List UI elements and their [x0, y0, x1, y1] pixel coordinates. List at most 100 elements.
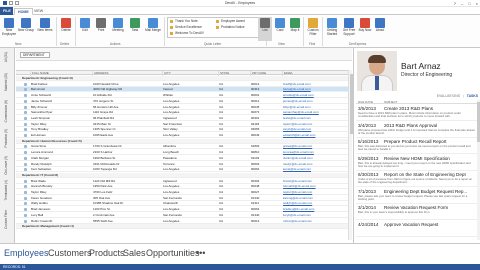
tab-home[interactable]: HOME [14, 8, 33, 15]
tab-file[interactable]: FILE [0, 7, 13, 15]
delete-button[interactable]: Delete [59, 17, 73, 41]
tab-tasks[interactable]: TASKS [467, 94, 478, 98]
help-icon[interactable]: ? [454, 1, 456, 6]
table-row[interactable]: Brad Farkus 1020 Newark Drive Los Angeles C… [16, 82, 352, 87]
group-row[interactable]: Department: IT (Count=8) [16, 172, 352, 178]
table-row[interactable]: Greta Sims 1700 S Grandview Dr. Alhambra CA… [16, 144, 352, 150]
subject-header[interactable]: SUBJECT [384, 100, 398, 104]
filter-custom[interactable]: Custom Filter [4, 210, 8, 229]
new-items-button[interactable]: New Items [36, 17, 54, 41]
gallery-item[interactable]: Thank You Note [169, 19, 215, 24]
filter-salaried[interactable]: Salaried (20) [4, 73, 8, 91]
tab-view[interactable]: VIEW [31, 8, 46, 15]
task-button[interactable]: Task [128, 17, 142, 41]
cell-email[interactable]: randyr@dx-email.com [283, 162, 349, 167]
group-row[interactable]: Department: Human Resources (Count=5) [16, 138, 352, 144]
filter-commission[interactable]: Commission (6) [4, 100, 8, 122]
mail-merge-button[interactable]: Mail Merge [144, 17, 162, 41]
nav-customers[interactable]: Customers [48, 248, 92, 258]
cell-email[interactable]: kareng@dx-email.com [283, 196, 349, 201]
cell-email[interactable]: brettw@dx-email.com [283, 179, 349, 184]
nav-sales[interactable]: Sales [123, 248, 146, 258]
task-item[interactable]: 6/30/2013 Report on the State of Engineer… [356, 171, 477, 187]
new-group-button[interactable]: New Group [17, 17, 35, 41]
filter-all[interactable]: All (51) [4, 52, 8, 62]
task-item[interactable]: 3/4/2013 2013 R&D Plans Approval Will plan… [356, 122, 477, 138]
gallery-item[interactable]: Probation Notice [215, 25, 261, 30]
table-row[interactable]: Wally Hobbs 10385 Shadow Oak Dr Chatsworth… [16, 201, 352, 207]
task-item[interactable]: 3/1/2014 Review Vacation Request Form Bart… [356, 204, 477, 220]
table-row[interactable]: Taylor Riley 3215 Main St San Francisco CA 9… [16, 122, 352, 127]
new-employee-button[interactable]: New Employee [2, 17, 16, 41]
cell-email[interactable]: billyz@dx-email.com [283, 105, 349, 110]
card-view-button[interactable]: Card [273, 17, 287, 41]
cell-email[interactable]: hannahb@dx-email.com [283, 184, 349, 189]
table-row[interactable]: Hannah Brookly 1950 Park Ave Los Angeles CA… [16, 184, 352, 190]
grid-scrollbar[interactable] [348, 70, 353, 240]
free-support-button[interactable]: Get Free Support [341, 17, 357, 41]
cell-email[interactable]: clarkm@dx-email.com [283, 156, 349, 161]
close-button[interactable]: × [476, 1, 478, 6]
task-item[interactable]: 5/16/2013 Prepare Product Recall Report Ba… [356, 138, 477, 154]
task-item[interactable]: 5/29/2013 Review New HDMI Specification Ba… [356, 155, 477, 171]
cell-email[interactable]: gretas@dx-email.com [283, 144, 349, 149]
tab-evaluations[interactable]: EVALUATIONS [437, 94, 460, 98]
edit-button[interactable]: Edit [78, 17, 92, 41]
filter-on-leave[interactable]: On Leave (3) [4, 156, 8, 175]
cell-email[interactable]: bradleyj@dx-email.com [283, 207, 349, 212]
table-row[interactable]: Randy Rudolph 3101 McDonalds Dr Torrance CA… [16, 162, 352, 167]
table-row[interactable]: Brett Wade 1120 Old Mill Rd. Inglewood CA 90… [16, 179, 352, 184]
map-it-button[interactable]: Map It [288, 17, 302, 41]
gallery-item[interactable]: Employee Award [215, 19, 261, 24]
table-row[interactable]: Jamie Schwartz 470 Jergens St Los Angeles C… [16, 99, 352, 104]
about-button[interactable]: About [373, 17, 387, 41]
table-row[interactable]: Taylor Riley 4700 Los Feliz Los Angeles CA 9… [16, 190, 352, 195]
due-date-header[interactable]: DUE DATE [358, 100, 373, 104]
table-row[interactable]: Clark Morgan 1900 Bellview St Pasadena CA 91… [16, 156, 352, 161]
gallery-item[interactable]: Service Excellence [169, 25, 215, 30]
group-chip-department[interactable]: DEPARTMENT [20, 52, 50, 58]
table-row[interactable]: Leah Simpson 96 Plainfield Rd Inglewood CA 9… [16, 116, 352, 121]
cell-email[interactable]: kents@dx-email.com [283, 167, 349, 172]
cell-email[interactable]: arnolds@dx-email.com [283, 93, 349, 98]
cell-email[interactable]: wallyh@dx-email.com [283, 201, 349, 206]
cell-email[interactable]: barta@dx-email.com [283, 87, 349, 92]
table-row[interactable]: Bart Arnaz 4060 Old Highway Rd Inwood CA 903… [16, 87, 352, 93]
print-button[interactable]: Print [94, 17, 108, 41]
task-item[interactable]: 7/1/2013 Engineering Dept Budget Request … [356, 188, 477, 204]
task-item[interactable]: 4/24/2014 Approve Vacation Request [356, 221, 477, 237]
cell-email[interactable]: robinc@dx-email.com [283, 219, 349, 224]
cell-email[interactable]: leahs@dx-email.com [283, 116, 349, 121]
cell-email[interactable]: bradf@dx-email.com [283, 82, 349, 87]
group-row[interactable]: Department: Management (Count=4) [16, 224, 352, 230]
cell-email[interactable]: lenoraa@dx-email.com [283, 150, 349, 155]
minimize-button[interactable]: – [461, 1, 463, 6]
table-row[interactable]: Karen Goodson 305 Oak Ave San Fernando CA 91… [16, 196, 352, 201]
cell-email[interactable]: taylorr@dx-email.com [283, 190, 349, 195]
table-row[interactable]: Lenora Ammond 2100 S Harbor Long Beach CA 90… [16, 150, 352, 156]
nav-products[interactable]: Products [89, 248, 125, 258]
cell-email[interactable]: taylorr@dx-email.com [283, 122, 349, 127]
nav-employees[interactable]: Employees [4, 248, 49, 258]
table-row[interactable]: Robin Cosworth 5555 Swift Ave Los Angeles C… [16, 219, 352, 224]
table-row[interactable]: Lucy Ball 2 Cincinnati Ave San Fernando CA 9… [16, 213, 352, 218]
list-view-button[interactable]: List [258, 17, 272, 41]
gallery-item[interactable]: Welcome To DevAV! [169, 31, 215, 36]
cell-email[interactable]: edwardh@dx-email.com [283, 133, 349, 138]
table-row[interactable]: Kent Sebastien 1000 Topanga Rd Los Angeles… [16, 167, 352, 173]
table-row[interactable]: Billy Zimmer 56 Hunters Hill Ave Los Angel… [16, 105, 352, 110]
cell-email[interactable]: samanthap@dx-email.com [283, 110, 349, 115]
table-row[interactable]: Samantha Piper 1110 Grape Rd Los Angeles CA… [16, 110, 352, 116]
task-item[interactable]: 3/5/2013 Create 2013 R&D Plans Need to hav… [356, 105, 477, 121]
custom-filter-button[interactable]: Custom Filter [305, 17, 321, 41]
table-row[interactable]: Tony Bradley 1305 Spencer Ct Simi Valley CA… [16, 127, 352, 133]
buy-now-button[interactable]: Buy Now [358, 17, 372, 41]
getting-started-button[interactable]: Getting Started [324, 17, 340, 41]
table-row[interactable]: Brad Jameson 1100 Pico St Los Angeles CA 900… [16, 207, 352, 213]
filter-probation[interactable]: Probation (5) [4, 129, 8, 147]
meeting-button[interactable]: Meeting [110, 17, 126, 41]
filter-terminated[interactable]: Terminated (4) [4, 180, 8, 201]
cell-email[interactable]: lucyb@dx-email.com [283, 213, 349, 218]
cell-email[interactable]: jamies@dx-email.com [283, 99, 349, 104]
nav-more[interactable]: ••• [196, 248, 205, 258]
